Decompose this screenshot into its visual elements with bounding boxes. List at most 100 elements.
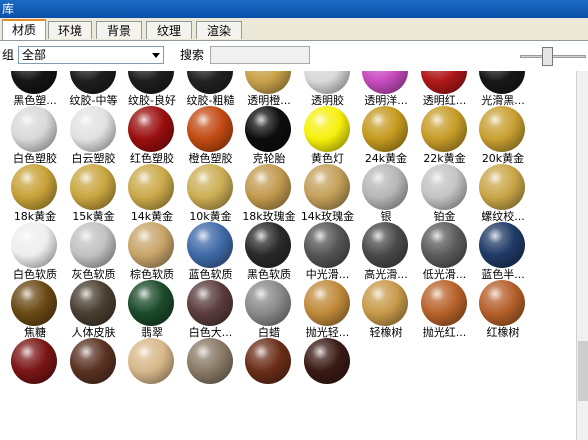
material-item[interactable]: 15k黄金 [65,164,123,223]
material-sphere[interactable] [362,71,408,94]
material-item[interactable]: 14k黄金 [123,164,181,223]
material-sphere[interactable] [479,222,525,268]
material-item[interactable] [299,338,357,396]
material-sphere[interactable] [69,71,116,94]
material-item[interactable]: 银 [357,164,415,223]
material-item[interactable]: 10k黄金 [182,164,240,223]
chevron-down-icon[interactable] [149,47,163,63]
material-item[interactable]: 抛光轻... [299,280,357,339]
material-sphere[interactable] [128,222,174,268]
material-sphere[interactable] [128,280,174,326]
material-item[interactable]: 黄色灯 [299,106,357,165]
material-sphere[interactable] [245,222,291,268]
material-item[interactable] [240,338,298,396]
scrollbar-thumb[interactable] [578,341,588,401]
material-sphere[interactable] [11,164,57,210]
material-sphere[interactable] [11,338,57,384]
zoom-slider-track[interactable] [520,55,586,58]
material-sphere[interactable] [186,164,233,210]
material-sphere[interactable] [11,106,57,152]
material-item[interactable]: 克轮胎 [240,106,298,165]
material-sphere[interactable] [11,280,57,326]
material-sphere[interactable] [186,106,233,152]
material-item[interactable]: 纹胶-中等 [65,71,123,107]
material-item[interactable]: 焦糖 [6,280,64,339]
material-item[interactable]: 黑色软质 [240,222,298,281]
zoom-slider-thumb[interactable] [542,47,553,66]
material-sphere[interactable] [69,222,116,268]
material-item[interactable]: 18k玫瑰金 [240,164,298,223]
material-item[interactable]: 蓝色半... [474,222,532,281]
material-sphere[interactable] [420,164,467,210]
material-item[interactable]: 透明胶 [299,71,357,107]
material-sphere[interactable] [186,71,233,94]
material-sphere[interactable] [479,106,525,152]
material-sphere[interactable] [479,71,525,94]
material-sphere[interactable] [245,338,291,384]
material-item[interactable] [123,338,181,396]
material-item[interactable]: 橙色塑胶 [182,106,240,165]
material-sphere[interactable] [362,222,408,268]
material-sphere[interactable] [245,106,291,152]
material-sphere[interactable] [479,164,525,210]
material-sphere[interactable] [362,164,408,210]
material-sphere[interactable] [245,164,291,210]
material-item[interactable]: 中光滑... [299,222,357,281]
material-sphere[interactable] [186,222,233,268]
material-item[interactable]: 人体皮肤 [65,280,123,339]
material-sphere[interactable] [69,280,116,326]
vertical-scrollbar[interactable] [576,71,588,440]
material-item[interactable]: 黑色塑... [6,71,64,107]
tab-render[interactable]: 渲染 [196,21,242,39]
tab-environment[interactable]: 环境 [48,21,92,39]
material-item[interactable]: 22k黄金 [416,106,474,165]
material-item[interactable]: 白云塑胶 [65,106,123,165]
material-sphere[interactable] [420,280,467,326]
material-item[interactable]: 白蜡 [240,280,298,339]
material-item[interactable]: 红橡树 [474,280,532,339]
material-item[interactable]: 低光滑... [416,222,474,281]
material-item[interactable]: 纹胶-粗糙 [182,71,240,107]
material-item[interactable]: 透明红... [416,71,474,107]
material-item[interactable] [65,338,123,396]
material-item[interactable] [182,338,240,396]
material-item[interactable]: 红色塑胶 [123,106,181,165]
material-item[interactable]: 棕色软质 [123,222,181,281]
material-item[interactable]: 轻橡树 [357,280,415,339]
material-sphere[interactable] [186,338,233,384]
material-item[interactable]: 14k玫瑰金 [299,164,357,223]
material-sphere[interactable] [362,106,408,152]
material-sphere[interactable] [128,106,174,152]
material-item[interactable]: 白色塑胶 [6,106,64,165]
material-item[interactable]: 透明橙... [240,71,298,107]
material-sphere[interactable] [362,280,408,326]
material-sphere[interactable] [303,71,350,94]
material-item[interactable]: 白色软质 [6,222,64,281]
tab-material[interactable]: 材质 [2,19,46,40]
material-item[interactable] [6,338,64,396]
material-sphere[interactable] [420,222,467,268]
material-sphere[interactable] [420,106,467,152]
material-sphere[interactable] [303,106,350,152]
group-dropdown[interactable]: 全部 [18,46,164,64]
material-sphere[interactable] [303,222,350,268]
material-item[interactable]: 蓝色软质 [182,222,240,281]
material-sphere[interactable] [69,106,116,152]
material-item[interactable]: 纹胶-良好 [123,71,181,107]
tab-background[interactable]: 背景 [96,21,142,39]
material-sphere[interactable] [128,71,174,94]
material-item[interactable]: 抛光红... [416,280,474,339]
material-sphere[interactable] [69,164,116,210]
material-item[interactable]: 18k黄金 [6,164,64,223]
material-item[interactable]: 灰色软质 [65,222,123,281]
material-sphere[interactable] [245,71,291,94]
material-sphere[interactable] [69,338,116,384]
material-item[interactable]: 光滑黑... [474,71,532,107]
material-item[interactable]: 翡翠 [123,280,181,339]
material-item[interactable]: 高光滑... [357,222,415,281]
material-item[interactable]: 24k黄金 [357,106,415,165]
material-sphere[interactable] [11,222,57,268]
material-sphere[interactable] [11,71,57,94]
tab-texture[interactable]: 纹理 [146,21,192,39]
material-item[interactable]: 白色大... [182,280,240,339]
